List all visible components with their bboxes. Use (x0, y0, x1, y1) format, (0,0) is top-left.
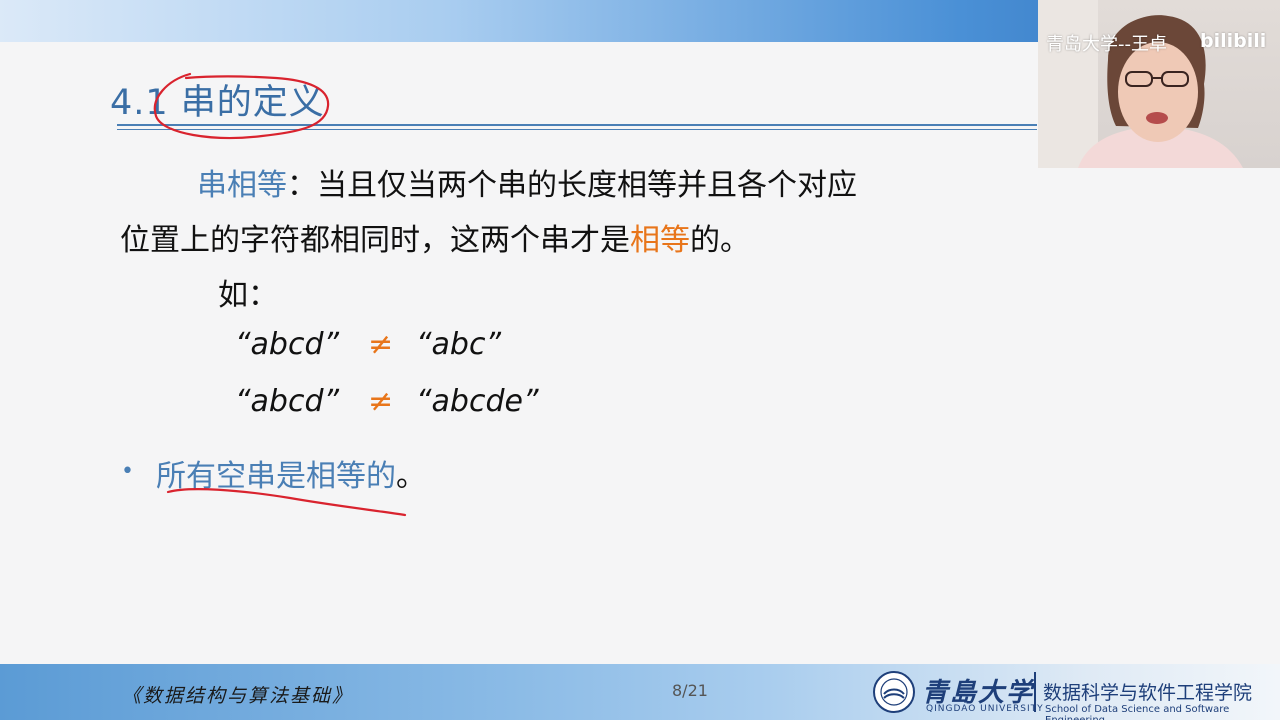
school-name: 数据科学与软件工程学院 (1043, 682, 1253, 704)
webcam-overlay: 青岛大学--王卓 bilibili (1038, 0, 1280, 168)
bullet-underline-annotation (166, 488, 407, 517)
page-number: 8/21 (672, 681, 708, 700)
webcam-caption: 青岛大学--王卓 (1046, 34, 1167, 55)
footer-divider (1034, 672, 1036, 712)
footer-band: 《数据结构与算法基础》 8/21 青島大学 QINGDAO UNIVERSITY… (0, 664, 1280, 720)
university-name-en: QINGDAO UNIVERSITY (926, 704, 1044, 714)
university-emblem-icon (873, 671, 915, 713)
presenter-video (1078, 15, 1243, 168)
title-circle-annotation (153, 72, 330, 140)
course-name: 《数据结构与算法基础》 (122, 685, 354, 707)
school-name-en: School of Data Science and Software Engi… (1045, 704, 1230, 720)
bilibili-logo-icon: bilibili (1200, 30, 1267, 52)
